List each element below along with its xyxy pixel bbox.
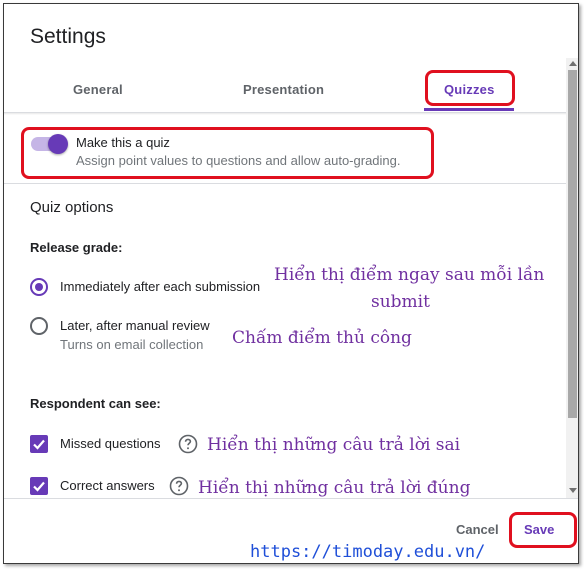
settings-dialog: Settings General Presentation Quizzes Ma… [3, 3, 579, 564]
tab-presentation[interactable]: Presentation [243, 82, 324, 97]
footer-divider [4, 498, 578, 499]
radio-later-sublabel: Turns on email collection [60, 337, 204, 352]
dialog-title: Settings [30, 25, 106, 48]
release-grade-label: Release grade: [30, 240, 123, 255]
checkmark-icon [33, 439, 45, 450]
radio-immediately-label[interactable]: Immediately after each submission [60, 279, 260, 294]
section-divider [4, 183, 566, 184]
annotation-immediate-line1: Hiển thị điểm ngay sau mỗi lần [274, 265, 545, 285]
scroll-down-arrow[interactable] [569, 488, 577, 493]
help-circle-icon[interactable] [178, 434, 198, 454]
active-tab-indicator [424, 108, 514, 111]
scroll-up-arrow[interactable] [569, 61, 577, 66]
respondent-can-see-label: Respondent can see: [30, 396, 161, 411]
missed-questions-label[interactable]: Missed questions [60, 436, 160, 451]
watermark-url: https://timoday.edu.vn/ [250, 542, 486, 562]
tabs-shadow [4, 113, 566, 115]
checkmark-icon [33, 481, 45, 492]
quiz-options-title: Quiz options [30, 199, 114, 216]
annotation-missed: Hiển thị những câu trả lời sai [207, 435, 461, 455]
cancel-button[interactable]: Cancel [456, 522, 499, 537]
make-quiz-highlight [21, 127, 434, 179]
correct-answers-label[interactable]: Correct answers [60, 478, 155, 493]
annotation-correct: Hiển thị những câu trả lời đúng [198, 478, 471, 498]
quizzes-tab-highlight [425, 70, 515, 106]
scrollbar-thumb[interactable] [568, 70, 577, 418]
radio-later[interactable] [30, 317, 48, 335]
annotation-immediate-line2: submit [371, 292, 430, 312]
tab-general[interactable]: General [73, 82, 123, 97]
checkbox-missed-questions[interactable] [30, 435, 48, 453]
checkbox-correct-answers[interactable] [30, 477, 48, 495]
help-circle-icon[interactable] [169, 476, 189, 496]
save-button-highlight [509, 512, 577, 548]
radio-immediately[interactable] [30, 278, 48, 296]
radio-later-label[interactable]: Later, after manual review [60, 318, 210, 333]
annotation-manual: Chấm điểm thủ công [232, 328, 412, 348]
